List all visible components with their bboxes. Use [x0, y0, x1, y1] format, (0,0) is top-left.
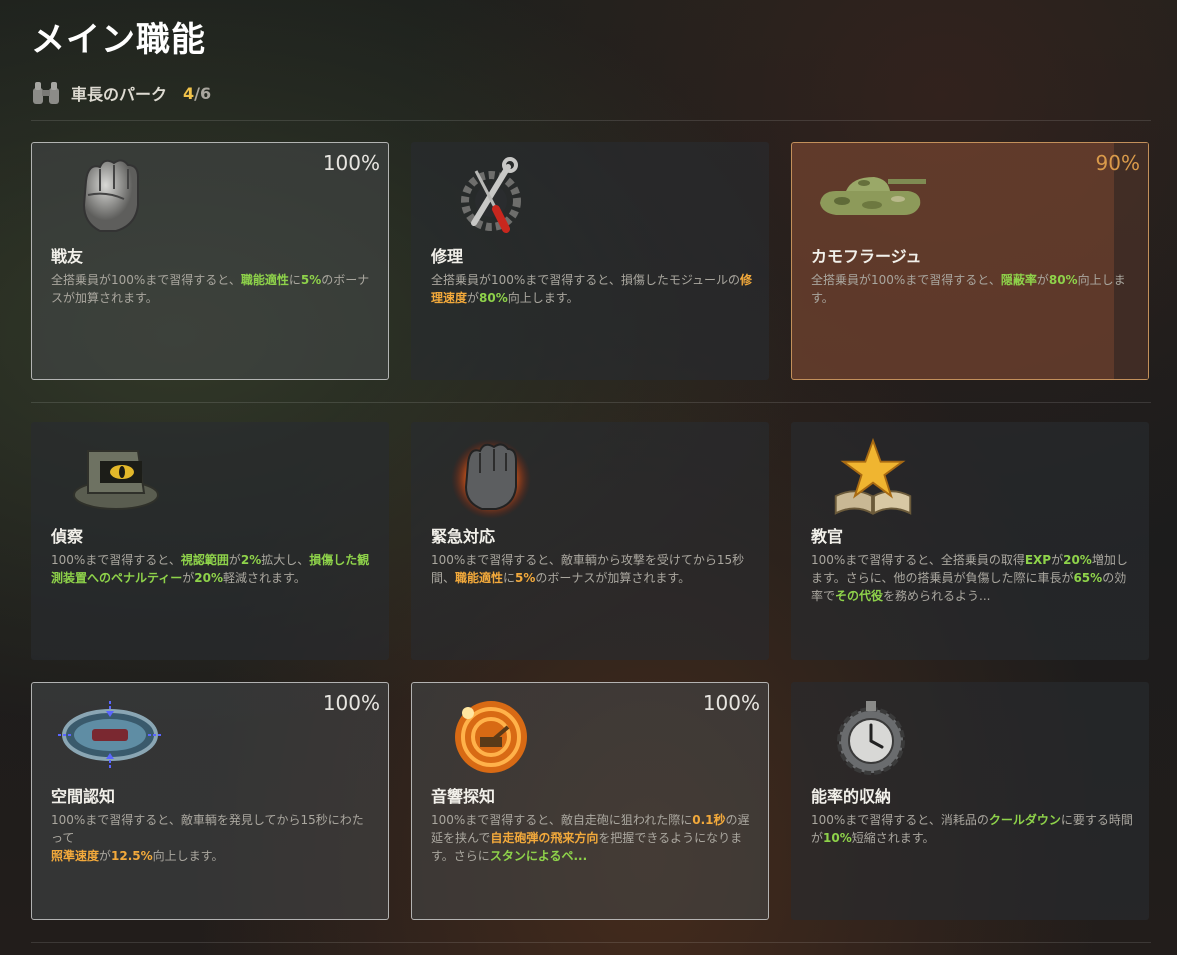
- description-text: 全搭乗員が100%まで習得すると、損傷したモジュールの: [431, 273, 740, 287]
- highlight-text: 5%: [300, 273, 322, 287]
- description-text: 向上します。: [507, 291, 579, 305]
- wrench-screwdriver-icon: [461, 157, 521, 233]
- perk-progress: 100%: [702, 691, 760, 715]
- camouflaged-tank-icon: [820, 177, 926, 215]
- perk-card-sound-detection[interactable]: 100% 音響探知 100%まで習得すると、敵自走砲に狙われた際に0.1秒の遅延…: [411, 682, 769, 920]
- description-text: 拡大し、: [261, 553, 310, 567]
- perk-progress: 100%: [322, 691, 380, 715]
- binoculars-icon: [33, 82, 59, 104]
- perk-name: カモフラージュ: [811, 247, 922, 266]
- perk-name: 教官: [811, 527, 844, 546]
- highlight-text: 12.5%: [111, 849, 153, 863]
- description-text: 100%まで習得すると、敵車輌を発見してから15秒にわたって: [51, 813, 364, 845]
- description-text: 全搭乗員が100%まで習得すると、: [51, 273, 241, 287]
- perk-description: 100%まで習得すると、視認範囲が2%拡大し、損傷した観測装置へのペナルティーが…: [51, 551, 373, 587]
- description-text: を務められるよう...: [883, 589, 991, 603]
- highlight-text: 職能適性: [455, 571, 504, 585]
- description-text: のボーナスが加算されます。: [535, 571, 691, 585]
- perk-total: /6: [194, 83, 212, 103]
- highlight-text: 20%: [194, 571, 224, 585]
- highlight-text: EXP: [1024, 553, 1052, 567]
- highlight-text: 職能適性: [240, 273, 289, 287]
- artillery-radar-icon: [455, 701, 527, 773]
- highlight-text: 2%: [240, 553, 262, 567]
- perk-card-camouflage[interactable]: 90% カモフラージュ 全搭乗員が100%まで習得すると、隠蔽率が80%向上しま…: [791, 142, 1149, 380]
- divider: [31, 120, 1151, 121]
- description-text: に: [503, 571, 516, 585]
- highlight-text: クールダウン: [988, 813, 1061, 827]
- perk-name: 音響探知: [431, 787, 496, 806]
- description-text: が: [1036, 273, 1049, 287]
- perk-card-situational-awareness[interactable]: 100% 空間認知 100%まで習得すると、敵車輌を発見してから15秒にわたって…: [31, 682, 389, 920]
- perk-count: 4: [183, 83, 195, 103]
- perk-name: 緊急対応: [431, 527, 496, 546]
- highlight-text: 視認範囲: [180, 553, 229, 567]
- perk-name: 空間認知: [51, 787, 116, 806]
- page-title: メイン職能: [31, 20, 206, 60]
- section-label: 車長のパーク: [71, 85, 168, 104]
- perk-description: 全搭乗員が100%まで習得すると、損傷したモジュールの修理速度が80%向上します…: [431, 271, 753, 307]
- highlight-text: 5%: [515, 571, 536, 585]
- perk-description: 100%まで習得すると、全搭乗員の取得EXPが20%増加します。さらに、他の搭乗…: [811, 551, 1133, 605]
- clenched-fist-icon: [82, 159, 139, 232]
- highlight-text: 照準速度: [51, 849, 100, 863]
- perk-card-mentor[interactable]: 教官 100%まで習得すると、全搭乗員の取得EXPが20%増加します。さらに、他…: [791, 422, 1149, 660]
- perk-progress: 100%: [322, 151, 380, 175]
- book-star-icon: [834, 437, 912, 515]
- description-text: 100%まで習得すると、消耗品の: [811, 813, 989, 827]
- highlight-text: 65%: [1073, 571, 1103, 585]
- highlight-text: スタンによるペ...: [489, 849, 588, 863]
- divider: [31, 402, 1151, 403]
- perk-card-brothers-in-arms[interactable]: 100% 戦友 全搭乗員が100%まで習得すると、職能適性に5%のボーナスが加算…: [31, 142, 389, 380]
- commander-perks-header: 車長のパーク 4/6: [31, 80, 211, 106]
- perk-name: 戦友: [51, 247, 84, 266]
- stopwatch-icon: [837, 701, 905, 775]
- description-text: 向上します。: [152, 849, 224, 863]
- perk-progress: 90%: [1095, 151, 1140, 175]
- description-text: が: [182, 571, 195, 585]
- description-text: が: [467, 291, 480, 305]
- highlight-text: 20%: [1063, 553, 1092, 567]
- description-text: 100%まで習得すると、全搭乗員の取得: [811, 553, 1025, 567]
- perk-name: 修理: [431, 247, 464, 266]
- perk-description: 100%まで習得すると、敵車輌から攻撃を受けてから15秒間、職能適性に5%のボー…: [431, 551, 753, 587]
- perk-name: 能率的収納: [811, 787, 892, 806]
- description-text: に: [288, 273, 301, 287]
- perk-name: 偵察: [51, 527, 84, 546]
- highlight-text: 隠蔽率: [1000, 273, 1037, 287]
- perk-description: 100%まで習得すると、敵車輌を発見してから15秒にわたって照準速度が12.5%…: [51, 811, 373, 865]
- description-text: 100%まで習得すると、敵自走砲に狙われた際に: [431, 813, 693, 827]
- perk-card-emergency[interactable]: 緊急対応 100%まで習得すると、敵車輌から攻撃を受けてから15秒間、職能適性に…: [411, 422, 769, 660]
- perk-description: 全搭乗員が100%まで習得すると、職能適性に5%のボーナスが加算されます。: [51, 271, 373, 307]
- divider: [31, 942, 1151, 943]
- description-text: 軽減されます。: [223, 571, 306, 585]
- highlight-text: 自走砲弾の飛来方向: [490, 831, 599, 845]
- description-text: 全搭乗員が100%まで習得すると、: [811, 273, 1001, 287]
- perk-card-repair[interactable]: 修理 全搭乗員が100%まで習得すると、損傷したモジュールの修理速度が80%向上…: [411, 142, 769, 380]
- description-text: 100%まで習得すると、: [51, 553, 181, 567]
- perk-description: 100%まで習得すると、消耗品のクールダウンに要する時間が10%短縮されます。: [811, 811, 1133, 847]
- perk-description: 全搭乗員が100%まで習得すると、隠蔽率が80%向上します。: [811, 271, 1133, 307]
- periscope-eye-icon: [73, 450, 159, 510]
- description-text: が: [228, 553, 241, 567]
- highlight-text: 80%: [479, 291, 508, 305]
- flaming-fist-icon: [451, 439, 531, 519]
- highlight-text: その代役: [835, 589, 884, 603]
- highlight-text: 0.1秒: [692, 813, 726, 827]
- description-text: が: [1051, 553, 1064, 567]
- highlight-text: 80%: [1048, 273, 1078, 287]
- description-text: が: [99, 849, 112, 863]
- perk-card-recon[interactable]: 偵察 100%まで習得すると、視認範囲が2%拡大し、損傷した観測装置へのペナルテ…: [31, 422, 389, 660]
- tank-radar-icon: [58, 701, 162, 769]
- perk-card-efficient-stowage[interactable]: 能率的収納 100%まで習得すると、消耗品のクールダウンに要する時間が10%短縮…: [791, 682, 1149, 920]
- perk-description: 100%まで習得すると、敵自走砲に狙われた際に0.1秒の遅延を挟んで自走砲弾の飛…: [431, 811, 753, 865]
- description-text: 短縮されます。: [851, 831, 935, 845]
- highlight-text: 10%: [823, 831, 852, 845]
